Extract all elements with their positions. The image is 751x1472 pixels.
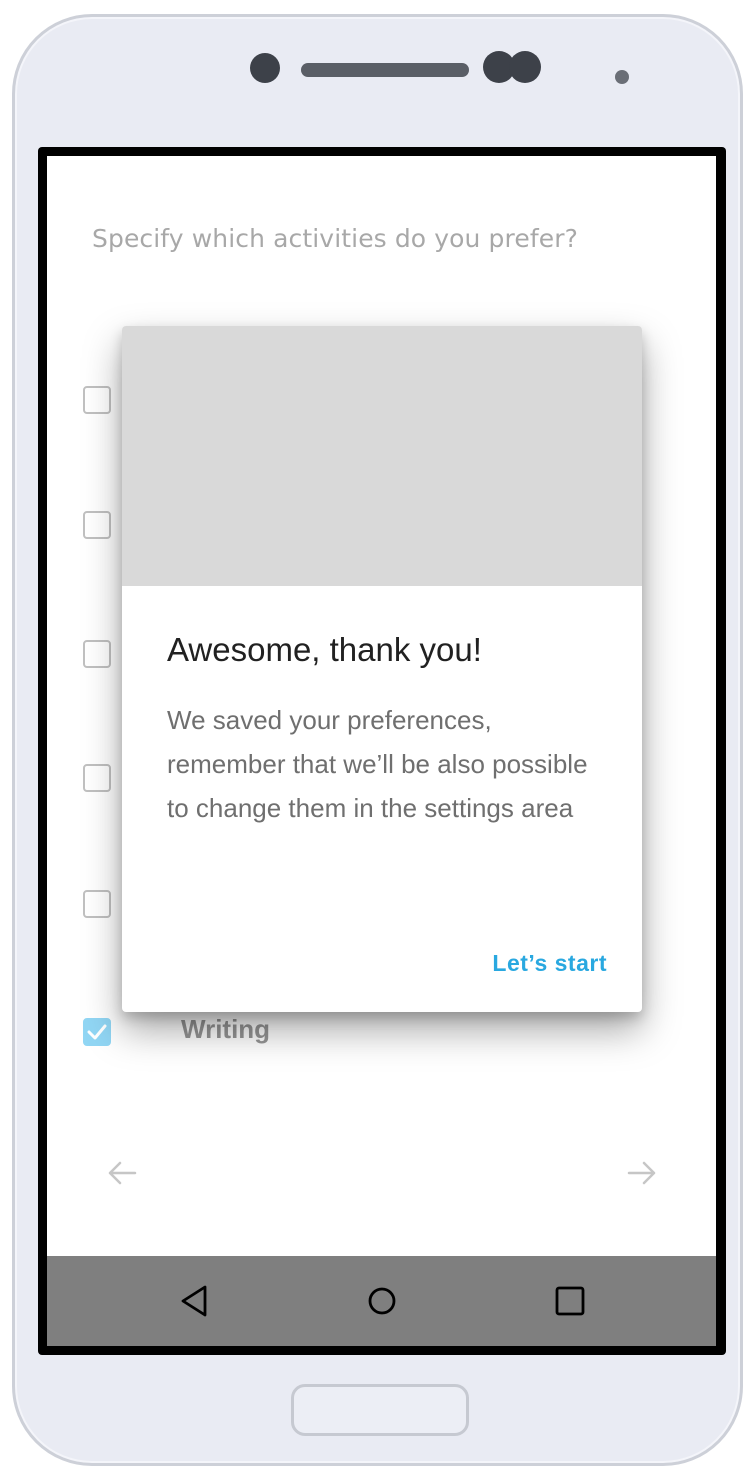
app-screen: Specify which activities do you prefer? … xyxy=(47,156,716,1256)
circle-home-icon[interactable] xyxy=(364,1283,400,1319)
sensor-dot-icon xyxy=(509,51,541,83)
triangle-back-icon[interactable] xyxy=(177,1283,213,1319)
dialog-title: Awesome, thank you! xyxy=(167,631,482,668)
system-navigation-bar xyxy=(47,1256,716,1346)
confirmation-dialog: Awesome, thank you! We saved your prefer… xyxy=(122,326,642,1012)
front-camera-icon xyxy=(250,53,280,83)
speaker-grille xyxy=(301,63,469,77)
square-recents-icon[interactable] xyxy=(552,1283,588,1319)
lets-start-button[interactable]: Let’s start xyxy=(492,950,607,977)
hardware-home-button[interactable] xyxy=(291,1384,469,1436)
proximity-sensor-icon xyxy=(615,70,629,84)
dialog-message: We saved your preferences, remember that… xyxy=(167,705,588,823)
dialog-image-placeholder xyxy=(122,326,642,586)
